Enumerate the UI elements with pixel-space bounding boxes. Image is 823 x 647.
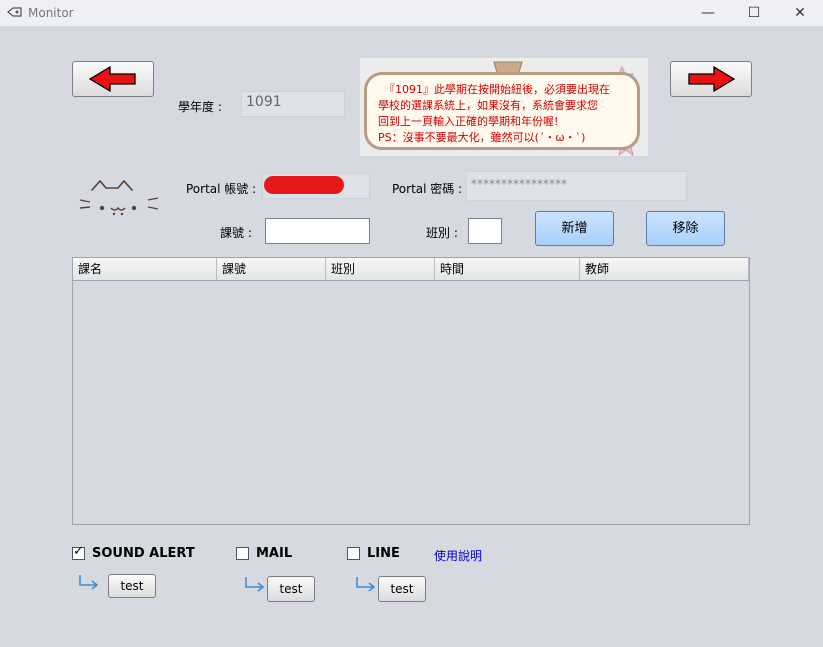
prev-button[interactable]	[72, 61, 154, 97]
notice-text: 『1091』此學期在按開始紐後，必須要出現在 學校的選課系統上，如果沒有，系統會…	[378, 82, 634, 146]
year-label: 學年度 :	[178, 100, 222, 114]
checkbox-icon	[72, 544, 85, 560]
next-button[interactable]	[670, 61, 752, 97]
course-table[interactable]: 課名 課號 班別 時間 教師	[72, 257, 750, 525]
year-field: 1091	[241, 91, 345, 117]
portal-account-label: Portal 帳號 :	[186, 182, 257, 196]
line-checkbox[interactable]: LINE	[347, 546, 400, 561]
class-label: 班別 :	[426, 226, 458, 240]
return-arrow-icon	[79, 575, 99, 590]
return-arrow-icon	[245, 577, 265, 592]
column-header-class[interactable]: 班別	[326, 258, 435, 280]
mail-checkbox[interactable]: MAIL	[236, 546, 292, 561]
notice-line: 回到上一頁輸入正確的學期和年份喔!	[378, 115, 559, 128]
window-title: Monitor	[28, 6, 74, 20]
sound-test-button[interactable]: test	[108, 574, 156, 598]
checkbox-icon	[347, 547, 360, 560]
notice-image: 『1091』此學期在按開始紐後，必須要出現在 學校的選課系統上，如果沒有，系統會…	[360, 58, 648, 156]
sound-alert-label: SOUND ALERT	[92, 546, 195, 561]
course-no-input[interactable]	[265, 218, 370, 244]
notice-line: 學校的選課系統上，如果沒有，系統會要求您	[378, 99, 598, 112]
add-button[interactable]: 新增	[535, 211, 614, 246]
minimize-button[interactable]: —	[685, 0, 731, 26]
column-header-teacher[interactable]: 教師	[580, 258, 749, 280]
notice-line: 『1091』此學期在按開始紐後，必須要出現在	[384, 83, 610, 96]
mail-test-button[interactable]: test	[267, 576, 315, 602]
line-label: LINE	[367, 546, 400, 561]
red-left-arrow-icon	[88, 66, 136, 92]
return-arrow-icon	[356, 577, 376, 592]
app-icon	[7, 7, 22, 17]
help-link[interactable]: 使用說明	[434, 547, 482, 564]
sound-alert-checkbox[interactable]: SOUND ALERT	[72, 544, 195, 561]
column-header-course-no[interactable]: 課號	[217, 258, 326, 280]
column-header-course-name[interactable]: 課名	[73, 258, 217, 280]
line-test-button[interactable]: test	[378, 576, 426, 602]
close-button[interactable]: ✕	[777, 0, 823, 26]
remove-button[interactable]: 移除	[646, 211, 725, 246]
table-header: 課名 課號 班別 時間 教師	[73, 258, 749, 281]
redacted-account	[264, 176, 344, 194]
checkbox-icon	[236, 547, 249, 560]
title-bar: Monitor — ☐ ✕	[0, 0, 823, 26]
mail-label: MAIL	[256, 546, 293, 561]
portal-password-field: ****************	[466, 171, 687, 201]
class-input[interactable]	[468, 218, 502, 244]
course-no-label: 課號 :	[220, 226, 252, 240]
portal-password-label: Portal 密碼 :	[392, 182, 463, 196]
notice-line: PS：沒事不要最大化，雖然可以(´・ω・`)	[378, 131, 586, 144]
column-header-time[interactable]: 時間	[435, 258, 580, 280]
cat-face-icon	[79, 179, 159, 216]
maximize-button[interactable]: ☐	[731, 0, 777, 26]
red-right-arrow-icon	[688, 66, 736, 92]
